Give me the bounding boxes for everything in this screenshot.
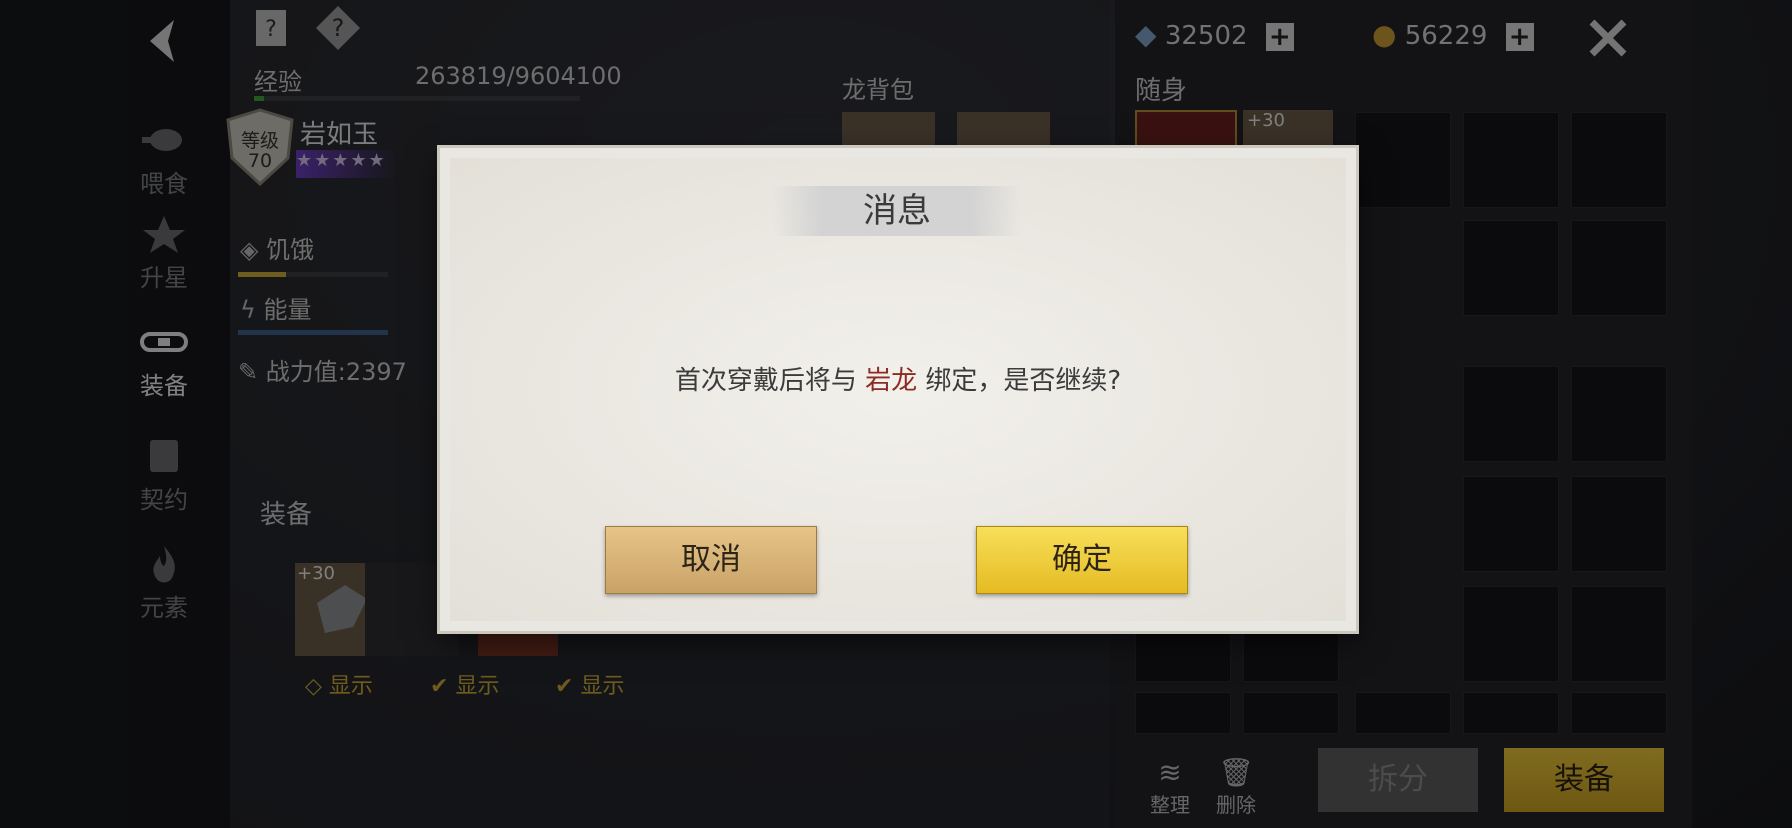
- dialog-title: 消息: [772, 186, 1022, 236]
- dialog-message: 首次穿戴后将与 岩龙 绑定，是否继续?: [440, 360, 1356, 397]
- dialog-message-highlight: 岩龙: [865, 366, 918, 396]
- dialog-message-prefix: 首次穿戴后将与: [674, 366, 866, 396]
- cancel-button[interactable]: 取消: [605, 526, 817, 594]
- dialog-message-suffix: 绑定，是否继续?: [917, 366, 1122, 396]
- confirm-button[interactable]: 确定: [976, 526, 1188, 594]
- message-dialog: 消息 首次穿戴后将与 岩龙 绑定，是否继续? 取消 确定: [440, 148, 1356, 631]
